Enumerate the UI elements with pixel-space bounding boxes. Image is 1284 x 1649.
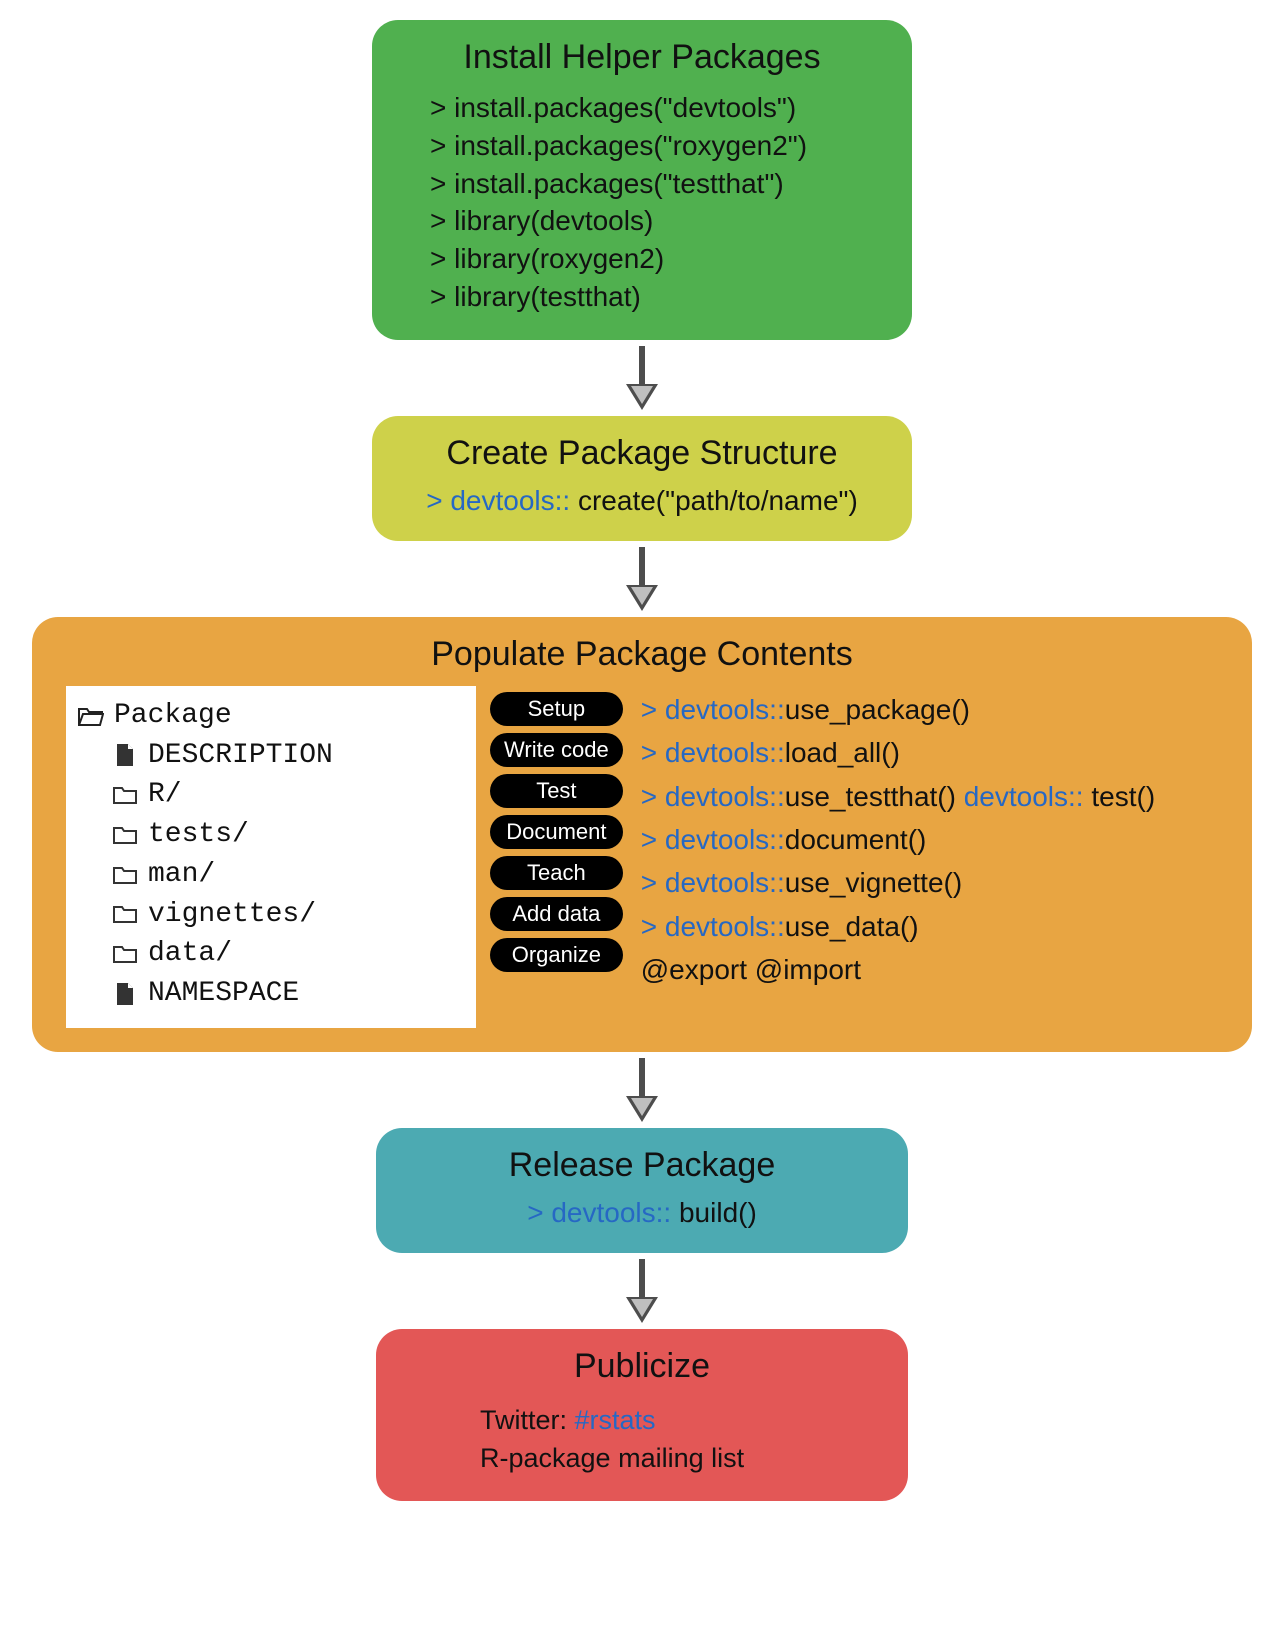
file-name: vignettes/ <box>148 895 316 935</box>
file-name: data/ <box>148 934 232 974</box>
action-pill: Teach <box>490 856 623 890</box>
function-call: use_vignette() <box>785 867 962 898</box>
prompt: > <box>641 781 665 812</box>
prompt: > <box>641 911 665 942</box>
folder-open-icon <box>78 705 104 727</box>
roxygen-tags: @export @import <box>641 954 861 985</box>
code-line: > library(devtools) <box>430 202 878 240</box>
prompt: > <box>641 867 665 898</box>
command-line: > devtools::document() <box>641 822 1155 858</box>
command-line: > devtools::use_data() <box>641 909 1155 945</box>
file-icon <box>112 982 138 1006</box>
step-publicize: Publicize Twitter: #rstats R-package mai… <box>376 1329 908 1502</box>
command-line: > devtools::load_all() <box>641 735 1155 771</box>
action-pill: Write code <box>490 733 623 767</box>
prompt: > <box>641 737 665 768</box>
action-labels: Setup Write code Test Document Teach Add data… <box>476 686 637 972</box>
function-call: use_data() <box>785 911 919 942</box>
command-line: > devtools::use_package() <box>641 692 1155 728</box>
arrow-down-icon <box>622 346 662 410</box>
step2-title: Create Package Structure <box>406 434 878 473</box>
step-release-package: Release Package > devtools:: build() <box>376 1128 908 1253</box>
action-pill: Add data <box>490 897 623 931</box>
file-name: NAMESPACE <box>148 974 299 1014</box>
step1-title: Install Helper Packages <box>406 38 878 77</box>
action-pill: Setup <box>490 692 623 726</box>
function-call: create("path/to/name") <box>578 485 858 516</box>
file-tree-item: NAMESPACE <box>78 974 460 1014</box>
code-line: > library(testthat) <box>430 278 878 316</box>
prompt: > <box>527 1197 551 1228</box>
prompt: > <box>641 694 665 725</box>
file-name: man/ <box>148 855 215 895</box>
file-name: R/ <box>148 775 182 815</box>
step-create-package-structure: Create Package Structure > devtools:: cr… <box>372 416 912 541</box>
namespace: devtools:: <box>551 1197 679 1228</box>
file-tree: Package DESCRIPTIONR/tests/man/vignettes… <box>66 686 476 1028</box>
code-line: > install.packages("devtools") <box>430 89 878 127</box>
function-call: use_testthat() <box>785 781 956 812</box>
folder-icon <box>112 944 138 964</box>
action-pill: Document <box>490 815 623 849</box>
namespace: devtools:: <box>665 824 785 855</box>
step4-command: > devtools:: build() <box>410 1197 874 1229</box>
file-name: tests/ <box>148 815 249 855</box>
file-tree-root: Package <box>78 696 460 736</box>
command-line: @export @import <box>641 952 1155 988</box>
function-call: load_all() <box>785 737 900 768</box>
namespace: devtools:: <box>665 737 785 768</box>
step1-code: > install.packages("devtools") > install… <box>406 89 878 316</box>
step3-title: Populate Package Contents <box>66 635 1218 674</box>
file-icon <box>112 743 138 767</box>
action-pill: Organize <box>490 938 623 972</box>
action-pill: Test <box>490 774 623 808</box>
arrow-down-icon <box>622 1058 662 1122</box>
twitter-hashtag: #rstats <box>575 1405 656 1435</box>
step-populate-package-contents: Populate Package Contents Package DESCRI… <box>32 617 1252 1052</box>
step4-title: Release Package <box>410 1146 874 1185</box>
twitter-line: Twitter: #rstats <box>480 1402 874 1440</box>
mailing-list-line: R-package mailing list <box>480 1440 874 1478</box>
devtools-commands: > devtools::use_package()> devtools::loa… <box>637 686 1155 989</box>
file-tree-item: man/ <box>78 855 460 895</box>
namespace: devtools:: <box>665 911 785 942</box>
file-name: Package <box>114 696 232 736</box>
command-line: > devtools::use_testthat() devtools:: te… <box>641 779 1155 815</box>
folder-icon <box>112 904 138 924</box>
function-call: test() <box>1091 781 1155 812</box>
file-tree-item: tests/ <box>78 815 460 855</box>
namespace: devtools:: <box>665 694 785 725</box>
arrow-down-icon <box>622 1259 662 1323</box>
namespace: devtools:: <box>450 485 578 516</box>
prompt: > <box>426 485 450 516</box>
step-install-helper-packages: Install Helper Packages > install.packag… <box>372 20 912 340</box>
namespace: devtools:: <box>665 781 785 812</box>
namespace: devtools:: <box>665 867 785 898</box>
code-line: > install.packages("roxygen2") <box>430 127 878 165</box>
arrow-down-icon <box>622 547 662 611</box>
twitter-label: Twitter: <box>480 1405 575 1435</box>
file-tree-item: vignettes/ <box>78 895 460 935</box>
folder-icon <box>112 865 138 885</box>
folder-icon <box>112 785 138 805</box>
command-line: > devtools::use_vignette() <box>641 865 1155 901</box>
prompt: > <box>641 824 665 855</box>
namespace: devtools:: <box>964 781 1092 812</box>
file-tree-item: data/ <box>78 934 460 974</box>
code-line: > library(roxygen2) <box>430 240 878 278</box>
function-call: build() <box>679 1197 757 1228</box>
function-call: document() <box>785 824 927 855</box>
folder-icon <box>112 825 138 845</box>
step2-command: > devtools:: create("path/to/name") <box>406 485 878 517</box>
function-call: use_package() <box>785 694 970 725</box>
publicize-lines: Twitter: #rstats R-package mailing list <box>410 1398 874 1478</box>
file-tree-item: DESCRIPTION <box>78 736 460 776</box>
step5-title: Publicize <box>410 1347 874 1386</box>
code-line: > install.packages("testthat") <box>430 165 878 203</box>
file-name: DESCRIPTION <box>148 736 333 776</box>
file-tree-item: R/ <box>78 775 460 815</box>
